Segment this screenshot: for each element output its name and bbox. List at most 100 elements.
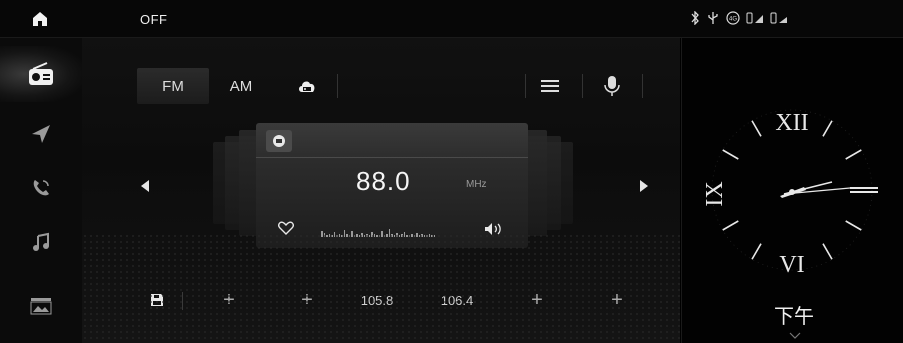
clock-tick [722, 149, 739, 160]
gallery-icon [30, 298, 52, 315]
preset-slot-6[interactable]: + [605, 286, 629, 314]
spectrum-bar [331, 235, 333, 237]
card-divider [256, 157, 528, 158]
spectrum-bar [433, 235, 435, 237]
spectrum-bar [421, 234, 423, 237]
menu-button[interactable] [525, 68, 575, 104]
tab-divider [642, 74, 643, 98]
three-marker [850, 187, 878, 193]
spectrum-bar [351, 231, 353, 237]
spectrum-bar [406, 235, 408, 237]
spectrum-bar [328, 234, 330, 237]
tab-cloud-radio[interactable] [277, 68, 337, 104]
tab-divider [337, 74, 338, 98]
preset-divider [182, 292, 183, 310]
spectrum-bar [348, 235, 350, 237]
spectrum-bar [431, 235, 433, 237]
speaker-icon[interactable] [484, 222, 504, 236]
signal-icon-2 [770, 12, 787, 24]
clock-hands [780, 181, 851, 198]
next-station-button[interactable] [639, 179, 649, 193]
clock-tick [751, 120, 762, 137]
preset-slot-1[interactable]: + [217, 286, 241, 314]
svg-text:VI: VI [779, 252, 804, 278]
spectrum-bar [336, 235, 338, 237]
sidebar-item-radio[interactable] [0, 46, 82, 102]
spectrum-bar [371, 232, 373, 237]
spectrum-bar [333, 232, 335, 237]
spectrum-bar [321, 231, 323, 237]
spectrum-bar [396, 233, 398, 237]
svg-text:XII: XII [775, 110, 808, 136]
preset-slot-3[interactable]: 105.8 [357, 286, 397, 314]
spectrum-bar [366, 234, 368, 237]
status-bar: OFF 4G [0, 0, 903, 38]
clock-tick [822, 243, 833, 260]
spectrum-bar [373, 234, 375, 237]
sidebar-item-phone[interactable] [0, 160, 82, 216]
preset-slot-5[interactable]: + [525, 286, 549, 314]
current-station-card[interactable]: 88.0 MHz [256, 123, 528, 248]
chevron-down-icon[interactable] [789, 332, 801, 340]
cloud-radio-icon [299, 81, 315, 92]
spectrum-bar [423, 235, 425, 237]
spectrum-bar [338, 234, 340, 237]
preset-slot-4[interactable]: 106.4 [435, 286, 479, 314]
heart-icon[interactable] [278, 221, 294, 235]
spectrum-bar [368, 235, 370, 237]
radio-badge [266, 130, 292, 152]
spectrum-bar [388, 229, 390, 237]
spectrum-bar [376, 235, 378, 237]
spectrum-bar [411, 234, 413, 237]
clock-tick [751, 243, 762, 260]
tab-fm[interactable]: FM [137, 68, 209, 104]
spectrum-bar [363, 235, 365, 237]
spectrum-bar [391, 234, 393, 237]
spectrum-bar [326, 235, 328, 237]
spectrum-bar [408, 235, 410, 237]
preset-slot-2[interactable]: + [295, 286, 319, 314]
voice-icon [604, 76, 620, 96]
spectrum-bar [393, 235, 395, 237]
band-tab-bar: FM AM [137, 68, 647, 104]
radio-icon [29, 62, 53, 85]
navigation-icon [32, 125, 50, 143]
spectrum-bar [416, 233, 418, 237]
analog-clock: XII VI IX [702, 109, 878, 278]
station-carousel: 88.0 MHz [213, 123, 573, 248]
spectrum-bar [323, 233, 325, 237]
previous-station-button[interactable] [140, 179, 150, 193]
radio-state-label: OFF [140, 12, 168, 27]
sidebar [0, 38, 82, 343]
tab-am[interactable]: AM [209, 68, 273, 104]
voice-button[interactable] [587, 68, 637, 104]
spectrum-bar [398, 235, 400, 237]
tab-divider [582, 74, 583, 98]
spectrum-bar [341, 235, 343, 237]
sidebar-item-music[interactable] [0, 214, 82, 270]
clock-tick [722, 220, 739, 231]
signal-spectrum [321, 225, 435, 237]
spectrum-bar [403, 232, 405, 237]
spectrum-bar [358, 235, 360, 237]
signal-icon [746, 12, 763, 24]
sidebar-item-gallery[interactable] [0, 278, 82, 334]
clock-tick [822, 120, 833, 137]
spectrum-bar [426, 235, 428, 237]
spectrum-bar [428, 234, 430, 237]
preset-bar: + + 105.8 106.4 + + [137, 286, 647, 314]
frequency-unit: MHz [466, 179, 487, 190]
radio-badge-icon [273, 135, 285, 147]
usb-icon [708, 12, 718, 24]
save-preset-button[interactable] [145, 286, 169, 314]
clock-tick [845, 149, 862, 160]
home-icon[interactable] [31, 10, 49, 28]
menu-icon [541, 80, 559, 92]
spectrum-bar [356, 234, 358, 237]
clock-center [789, 189, 795, 195]
status-icons: 4G [690, 11, 788, 25]
clock-widget[interactable]: XII VI IX 下午 [681, 38, 903, 343]
frequency-display: 88.0 [356, 166, 411, 196]
spectrum-bar [346, 234, 348, 237]
sidebar-item-navigation[interactable] [0, 106, 82, 162]
